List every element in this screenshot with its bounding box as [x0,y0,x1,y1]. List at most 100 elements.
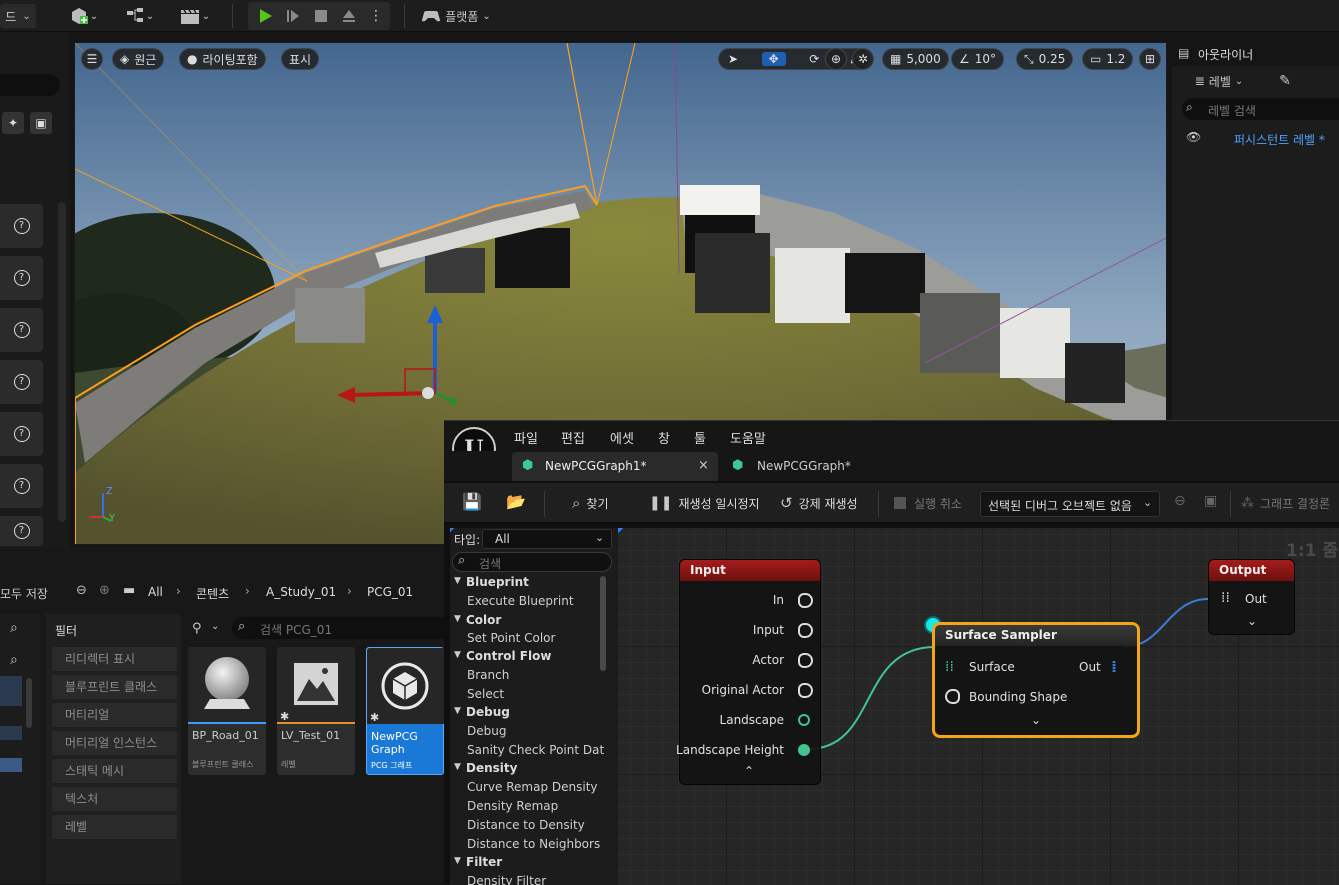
edit-button[interactable]: ✎ [1272,70,1298,92]
pin-landscape-height[interactable] [798,744,810,756]
force-regenerate-button[interactable]: ↺ 강제 재생성 [780,491,858,515]
debug-object-dropdown[interactable]: 선택된 디버그 오브젝트 없음 ⌄ [980,491,1160,517]
eject-button[interactable] [336,4,362,28]
collapse-arrow-icon[interactable]: ▼ [454,706,461,716]
palette-item[interactable]: Select [467,687,504,701]
palette-item[interactable]: Sanity Check Point Dat [467,743,604,757]
input-node[interactable]: Input In Input Actor Original Actor Land… [676,559,821,785]
move-tool-icon[interactable]: ✥ [761,52,786,66]
view-mode-button[interactable]: ● 라이팅포함 [179,48,266,70]
add-actor-button[interactable]: ⌄ [62,4,104,28]
palette-item[interactable]: Curve Remap Density [467,780,598,794]
filter-item[interactable]: 텍스처 [52,787,177,811]
menu-item-file[interactable]: 파일 [514,428,538,447]
chevron-down-icon[interactable]: ⌄ [211,621,219,632]
back-arrow-icon[interactable]: ⊖ [1174,493,1186,509]
source-item[interactable] [0,726,22,740]
collapse-arrow-icon[interactable]: ⌃ [744,764,754,778]
help-button[interactable]: ? [0,256,43,300]
save-icon[interactable]: 💾 [462,492,482,511]
surface-sampler-node[interactable]: Surface Sampler ⁞⁞ Surface Bounding Shap… [932,622,1140,738]
sparkle-icon[interactable]: ✦ [2,112,24,134]
pin-actor[interactable] [798,653,813,668]
pin-landscape[interactable] [798,714,810,726]
pause-regeneration-button[interactable]: ❚❚ 재생성 일시정지 [649,491,760,515]
level-search-input[interactable]: ⌕ 레벨 검색 [1182,98,1339,120]
close-icon[interactable]: × [698,458,709,473]
help-button[interactable]: ? [0,360,43,404]
palette-category[interactable]: Blueprint [466,575,529,589]
pin-in[interactable] [798,593,813,608]
palette-item[interactable]: Distance to Density [467,818,585,832]
palette-category[interactable]: Filter [466,855,502,869]
out-pin-icon[interactable]: ⁞ [1111,657,1117,676]
platform-dropdown[interactable]: 플랫폼 ⌄ [414,4,498,28]
palette-item[interactable]: Execute Blueprint [467,594,574,608]
shapes-icon[interactable]: ▣ [30,112,52,134]
play-button[interactable] [252,4,278,28]
perspective-button[interactable]: ◈ 원근 [112,48,165,70]
select-tool-icon[interactable]: ➤ [721,52,745,66]
mode-dropdown[interactable]: 드 ⌄ [0,4,36,28]
surface-snap-button[interactable]: ⊕ [825,48,847,70]
help-button[interactable]: ? [0,412,43,456]
help-button[interactable]: ? [0,516,43,546]
filter-funnel-icon[interactable]: ⚲ [192,621,202,636]
tab-newpcggraph1[interactable]: ⬢ NewPCGGraph1* × [512,452,718,481]
graph-canvas[interactable]: ◤ 1:1 줌 Input In Input Actor Original Ac… [618,528,1339,885]
source-item[interactable] [0,758,22,772]
help-button[interactable]: ? [0,464,43,508]
browse-icon[interactable]: ▣ [1204,493,1217,509]
palette-item[interactable]: Branch [467,668,509,682]
search-icon[interactable]: ⌕ [10,620,18,636]
chevron-down-icon[interactable]: ⌄ [1031,713,1041,727]
find-button[interactable]: ⌕ 찾기 [572,491,609,515]
collapse-arrow-icon[interactable]: ▼ [454,614,461,624]
search-input[interactable] [0,74,60,96]
eye-icon[interactable]: 👁 [1186,130,1201,144]
menu-item-edit[interactable]: 편집 [561,428,585,447]
palette-item[interactable]: Set Point Color [467,631,555,645]
camera-speed-button[interactable]: ▭ 1.2 [1082,48,1134,70]
scrollbar[interactable] [58,202,66,522]
filter-item[interactable]: 머티리얼 인스턴스 [52,731,177,755]
filter-item[interactable]: 레벨 [52,815,177,839]
pin-bounding-shape[interactable] [945,689,960,704]
output-node[interactable]: Output ⁞⁞ Out ⌄ [1208,559,1295,635]
collapse-arrow-icon[interactable]: ▼ [454,762,461,772]
grid-snap-button[interactable]: ▦ 5,000 [882,48,949,70]
menu-item-tools[interactable]: 툴 [694,428,706,447]
forward-arrow-icon[interactable]: ⊕ [99,583,110,598]
cancel-execution-button[interactable]: 실행 취소 [894,491,962,515]
viewport-menu-button[interactable]: ☰ [81,48,103,70]
save-all-button[interactable]: 모두 저장 [0,585,48,602]
stop-button[interactable] [308,4,334,28]
palette-category[interactable]: Control Flow [466,649,551,663]
back-arrow-icon[interactable]: ⊖ [76,583,87,598]
layout-button[interactable]: ⊞ [1139,48,1161,70]
scrollbar[interactable] [600,576,606,671]
points-pin-icon[interactable]: ⁞⁞ [1221,590,1230,606]
browse-icon[interactable]: 📂 [506,492,526,511]
help-button[interactable]: ? [0,204,43,248]
palette-category[interactable]: Color [466,613,501,627]
outliner-row[interactable]: 👁 퍼시스턴트 레벨 * [1182,126,1339,150]
menu-item-help[interactable]: 도움말 [730,428,766,447]
rotation-snap-button[interactable]: ∠ 10° [951,48,1005,70]
breadcrumb-item[interactable]: A_Study_01 [266,585,336,599]
points-pin-icon[interactable]: ⁞⁞ [945,659,954,675]
cinematics-button[interactable]: ⌄ [172,4,216,28]
palette-item[interactable]: Density Remap [467,799,558,813]
world-local-button[interactable]: ✲ [852,48,874,70]
palette-item[interactable]: Debug [467,724,506,738]
source-item[interactable] [0,676,22,706]
menu-item-asset[interactable]: 에셋 [610,428,634,447]
filter-item[interactable]: 스태틱 메시 [52,759,177,783]
collapse-arrow-icon[interactable]: ▼ [454,856,461,866]
tab-newpcggraph[interactable]: ⬢ NewPCGGraph* [724,452,924,481]
breadcrumb-item[interactable]: PCG_01 [367,585,413,599]
asset-tile-selected[interactable]: ✱ NewPCG Graph PCG 그래프 [366,647,445,775]
scrollbar[interactable] [26,678,32,728]
blueprint-button[interactable]: ⌄ [118,4,160,28]
filter-item[interactable]: 블루프린트 클래스 [52,675,177,699]
